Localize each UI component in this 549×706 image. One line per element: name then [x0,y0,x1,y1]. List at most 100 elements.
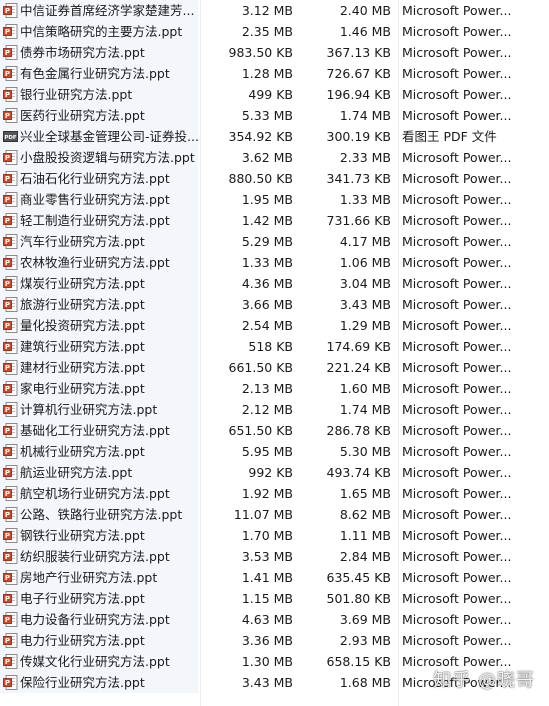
file-row[interactable]: P 公路、铁路行业研究方法.ppt 11.07 MB 8.62 MB Microsoft… [0,504,549,525]
compressed-size: 1.74 MB [339,108,391,123]
file-row[interactable]: P 银行业研究方法.ppt 499 KB 196.94 KB Microsoft Pow… [0,84,549,105]
file-name-cell[interactable]: P 公路、铁路行业研究方法.ppt [0,504,198,525]
file-name-cell[interactable]: P 债券市场研究方法.ppt [0,42,198,63]
file-type: Microsoft Power... [402,276,512,291]
svg-text:P: P [5,7,10,15]
ppt-icon: P [3,66,18,81]
file-row[interactable]: P 石油石化行业研究方法.ppt 880.50 KB 341.73 KB Microso… [0,168,549,189]
file-name-cell[interactable]: P 电力行业研究方法.ppt [0,630,198,651]
file-name-cell[interactable]: P 家电行业研究方法.ppt [0,378,198,399]
file-name-cell[interactable]: P 电力设备行业研究方法.ppt [0,609,198,630]
compressed-size: 367.13 KB [326,45,391,60]
file-row[interactable]: P 机械行业研究方法.ppt 5.95 MB 5.30 MB Microsoft Pow… [0,441,549,462]
file-row[interactable]: P 医药行业研究方法.ppt 5.33 MB 1.74 MB Microsoft Pow… [0,105,549,126]
file-name-cell[interactable]: P 小盘股投资逻辑与研究方法.ppt [0,147,198,168]
file-row[interactable]: PDF 兴业全球基金管理公司-证券投... 354.92 KB 300.19 KB 看图… [0,126,549,147]
file-name-cell[interactable]: P 航空机场行业研究方法.ppt [0,483,198,504]
file-row[interactable]: P 中信策略研究的主要方法.ppt 2.35 MB 1.46 MB Microsoft … [0,21,549,42]
file-size: 1.70 MB [241,528,293,543]
file-name-cell[interactable]: P 传媒文化行业研究方法.ppt [0,651,198,672]
compressed-size: 731.66 KB [326,213,391,228]
file-name-cell[interactable]: P 商业零售行业研究方法.ppt [0,189,198,210]
svg-text:P: P [5,364,10,372]
file-name-cell[interactable]: P 保险行业研究方法.ppt [0,672,198,693]
file-row[interactable]: P 钢铁行业研究方法.ppt 1.70 MB 1.11 MB Microsoft Pow… [0,525,549,546]
file-name-cell[interactable]: P 建筑行业研究方法.ppt [0,336,198,357]
file-row[interactable]: P 旅游行业研究方法.ppt 3.66 MB 3.43 MB Microsoft Pow… [0,294,549,315]
file-type: Microsoft Power... [402,444,512,459]
svg-text:P: P [5,469,10,477]
ppt-icon: P [3,234,18,249]
file-name-cell[interactable]: P 建材行业研究方法.ppt [0,357,198,378]
file-row[interactable]: P 纺织服装行业研究方法.ppt 3.53 MB 2.84 MB Microsoft P… [0,546,549,567]
file-name-cell[interactable]: P 煤炭行业研究方法.ppt [0,273,198,294]
ppt-icon: P [3,171,18,186]
file-name: 家电行业研究方法.ppt [20,381,145,396]
file-row[interactable]: P 轻工制造行业研究方法.ppt 1.42 MB 731.66 KB Microsoft… [0,210,549,231]
file-type: Microsoft Power... [402,570,512,585]
compressed-size: 1.33 MB [339,192,391,207]
file-row[interactable]: P 煤炭行业研究方法.ppt 4.36 MB 3.04 MB Microsoft Pow… [0,273,549,294]
file-type: Microsoft Power... [402,591,512,606]
file-size: 5.29 MB [241,234,293,249]
file-name-cell[interactable]: P 中信证券首席经济学家楚建芳... [0,0,198,21]
file-name-cell[interactable]: P 基础化工行业研究方法.ppt [0,420,198,441]
file-name: 旅游行业研究方法.ppt [20,297,145,312]
ppt-icon: P [3,150,18,165]
file-name-cell[interactable]: P 医药行业研究方法.ppt [0,105,198,126]
svg-text:P: P [5,91,10,99]
file-size: 499 KB [248,87,293,102]
file-row[interactable]: P 航运业研究方法.ppt 992 KB 493.74 KB Microsoft Pow… [0,462,549,483]
file-name-cell[interactable]: P 计算机行业研究方法.ppt [0,399,198,420]
file-name-cell[interactable]: P 量化投资研究方法.ppt [0,315,198,336]
file-name-cell[interactable]: PDF 兴业全球基金管理公司-证券投... [0,126,198,147]
file-name-cell[interactable]: P 钢铁行业研究方法.ppt [0,525,198,546]
ppt-icon: P [3,402,18,417]
file-type: Microsoft Power... [402,318,512,333]
file-row[interactable]: P 房地产行业研究方法.ppt 1.41 MB 635.45 KB Microsoft … [0,567,549,588]
file-name-cell[interactable]: P 汽车行业研究方法.ppt [0,231,198,252]
file-name-cell[interactable]: P 石油石化行业研究方法.ppt [0,168,198,189]
file-size: 1.28 MB [241,66,293,81]
compressed-size: 1.68 MB [339,675,391,690]
file-row[interactable]: P 基础化工行业研究方法.ppt 651.50 KB 286.78 KB Microso… [0,420,549,441]
file-row[interactable]: P 汽车行业研究方法.ppt 5.29 MB 4.17 MB Microsoft Pow… [0,231,549,252]
file-row[interactable]: P 有色金属行业研究方法.ppt 1.28 MB 726.67 KB Microsoft… [0,63,549,84]
file-name-cell[interactable]: P 旅游行业研究方法.ppt [0,294,198,315]
file-type: Microsoft Power... [402,45,512,60]
file-row[interactable]: P 建筑行业研究方法.ppt 518 KB 174.69 KB Microsoft Po… [0,336,549,357]
file-row[interactable]: P 家电行业研究方法.ppt 2.13 MB 1.60 MB Microsoft Pow… [0,378,549,399]
file-row[interactable]: P 小盘股投资逻辑与研究方法.ppt 3.62 MB 2.33 MB Microsoft… [0,147,549,168]
file-row[interactable]: P 农林牧渔行业研究方法.ppt 1.33 MB 1.06 MB Microsoft P… [0,252,549,273]
file-row[interactable]: P 航空机场行业研究方法.ppt 1.92 MB 1.65 MB Microsoft P… [0,483,549,504]
compressed-size: 635.45 KB [326,570,391,585]
compressed-size: 2.84 MB [339,549,391,564]
file-name-cell[interactable]: P 轻工制造行业研究方法.ppt [0,210,198,231]
file-name-cell[interactable]: P 中信策略研究的主要方法.ppt [0,21,198,42]
file-row[interactable]: P 商业零售行业研究方法.ppt 1.95 MB 1.33 MB Microsoft P… [0,189,549,210]
file-row[interactable]: P 中信证券首席经济学家楚建芳... 3.12 MB 2.40 MB Microsoft… [0,0,549,21]
file-row[interactable]: P 电子行业研究方法.ppt 1.15 MB 501.80 KB Microsoft P… [0,588,549,609]
file-name-cell[interactable]: P 银行业研究方法.ppt [0,84,198,105]
file-row[interactable]: P 计算机行业研究方法.ppt 2.12 MB 1.74 MB Microsoft Po… [0,399,549,420]
ppt-icon: P [3,339,18,354]
file-name-cell[interactable]: P 机械行业研究方法.ppt [0,441,198,462]
ppt-icon: P [3,591,18,606]
file-row[interactable]: P 量化投资研究方法.ppt 2.54 MB 1.29 MB Microsoft Pow… [0,315,549,336]
file-name-cell[interactable]: P 房地产行业研究方法.ppt [0,567,198,588]
file-type: 看图王 PDF 文件 [402,129,497,144]
file-name-cell[interactable]: P 有色金属行业研究方法.ppt [0,63,198,84]
compressed-size: 4.17 MB [339,234,391,249]
file-type: Microsoft Power... [402,213,512,228]
file-name-cell[interactable]: P 农林牧渔行业研究方法.ppt [0,252,198,273]
file-row[interactable]: P 建材行业研究方法.ppt 661.50 KB 221.24 KB Microsoft… [0,357,549,378]
file-name-cell[interactable]: P 纺织服装行业研究方法.ppt [0,546,198,567]
file-name-cell[interactable]: P 电子行业研究方法.ppt [0,588,198,609]
file-row[interactable]: P 电力行业研究方法.ppt 3.36 MB 2.93 MB Microsoft Pow… [0,630,549,651]
file-name-cell[interactable]: P 航运业研究方法.ppt [0,462,198,483]
compressed-size: 3.43 MB [339,297,391,312]
file-type: Microsoft Power... [402,87,512,102]
file-row[interactable]: P 债券市场研究方法.ppt 983.50 KB 367.13 KB Microsoft… [0,42,549,63]
file-size: 1.30 MB [241,654,293,669]
file-row[interactable]: P 电力设备行业研究方法.ppt 4.63 MB 3.69 MB Microsoft P… [0,609,549,630]
